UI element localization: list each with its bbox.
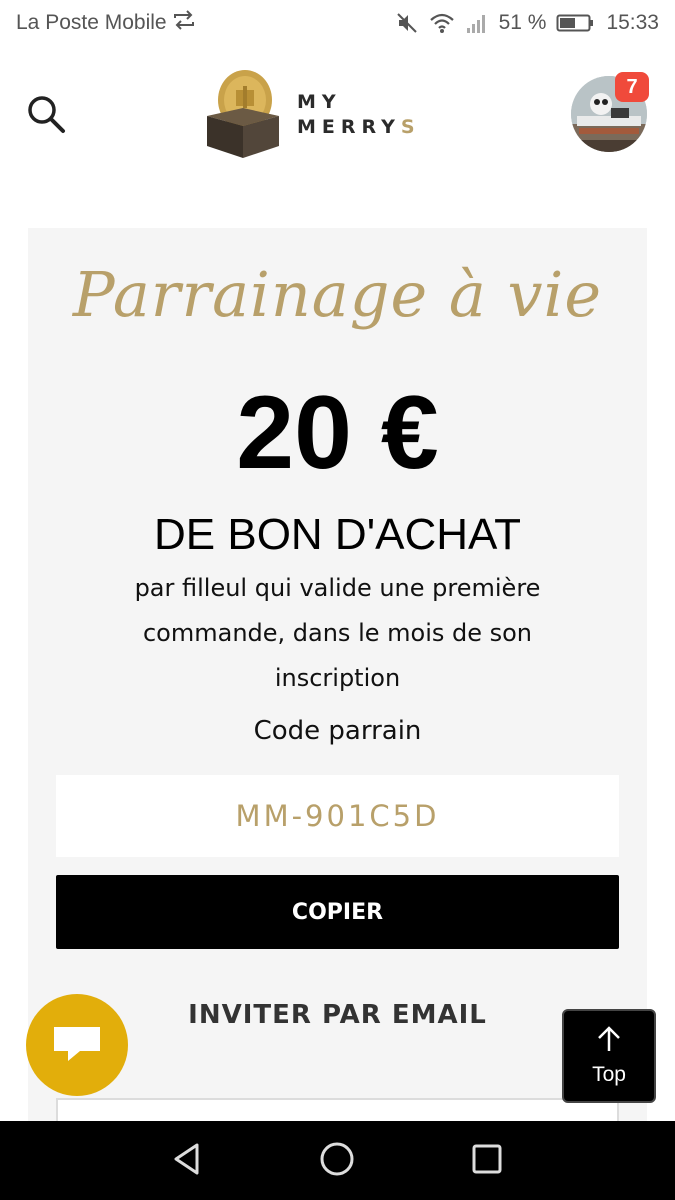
referral-amount-subtitle: DE BON D'ACHAT [154, 510, 521, 559]
back-button[interactable] [167, 1141, 207, 1181]
carrier-name: La Poste Mobile [16, 11, 167, 34]
brand-logo[interactable]: MY MERRYS [205, 68, 445, 162]
battery-icon [556, 12, 596, 34]
scroll-top-label: Top [592, 1063, 626, 1086]
copy-button[interactable]: COPIER [56, 875, 619, 949]
referral-code-label: Code parrain [253, 716, 422, 746]
signal-icon [465, 12, 489, 34]
logo-line-2: MERRYS [297, 115, 421, 140]
sync-icon [171, 9, 197, 37]
search-icon [26, 94, 66, 138]
mute-icon [395, 11, 419, 35]
status-bar: La Poste Mobile 51 % 15:33 [0, 0, 675, 46]
logo-line-1: MY [297, 91, 342, 113]
logo-icon [205, 66, 281, 164]
arrow-up-icon [596, 1025, 622, 1057]
referral-card: Parrainage à vie 20 € DE BON D'ACHAT par… [28, 228, 647, 1148]
back-triangle-icon [171, 1142, 203, 1180]
profile-button[interactable]: 7 [571, 72, 649, 154]
logo-line-2-accent: S [400, 116, 421, 138]
recents-button[interactable] [467, 1141, 507, 1181]
app-header: MY MERRYS 7 [0, 46, 675, 186]
home-button[interactable] [317, 1141, 357, 1181]
chat-button[interactable] [26, 994, 128, 1096]
referral-amount: 20 € [236, 375, 439, 491]
scroll-top-button[interactable]: Top [562, 1009, 656, 1103]
logo-wordmark: MY MERRYS [297, 90, 421, 140]
battery-percent: 51 % [498, 11, 547, 34]
logo-line-2-main: MERRY [297, 116, 401, 138]
status-carrier: La Poste Mobile [16, 9, 197, 37]
recents-square-icon [471, 1143, 503, 1179]
search-button[interactable] [24, 94, 68, 138]
referral-code-field[interactable]: MM-901C5D [56, 775, 619, 857]
wifi-icon [429, 12, 455, 34]
referral-description: par filleul qui valide une première comm… [134, 574, 541, 692]
referral-title: Parrainage à vie [72, 258, 603, 331]
notification-badge: 7 [615, 72, 649, 102]
status-icons: 51 % 15:33 [395, 11, 659, 35]
chat-icon [50, 1021, 104, 1069]
clock: 15:33 [606, 11, 659, 34]
home-circle-icon [319, 1141, 355, 1181]
system-nav-bar [0, 1121, 675, 1200]
